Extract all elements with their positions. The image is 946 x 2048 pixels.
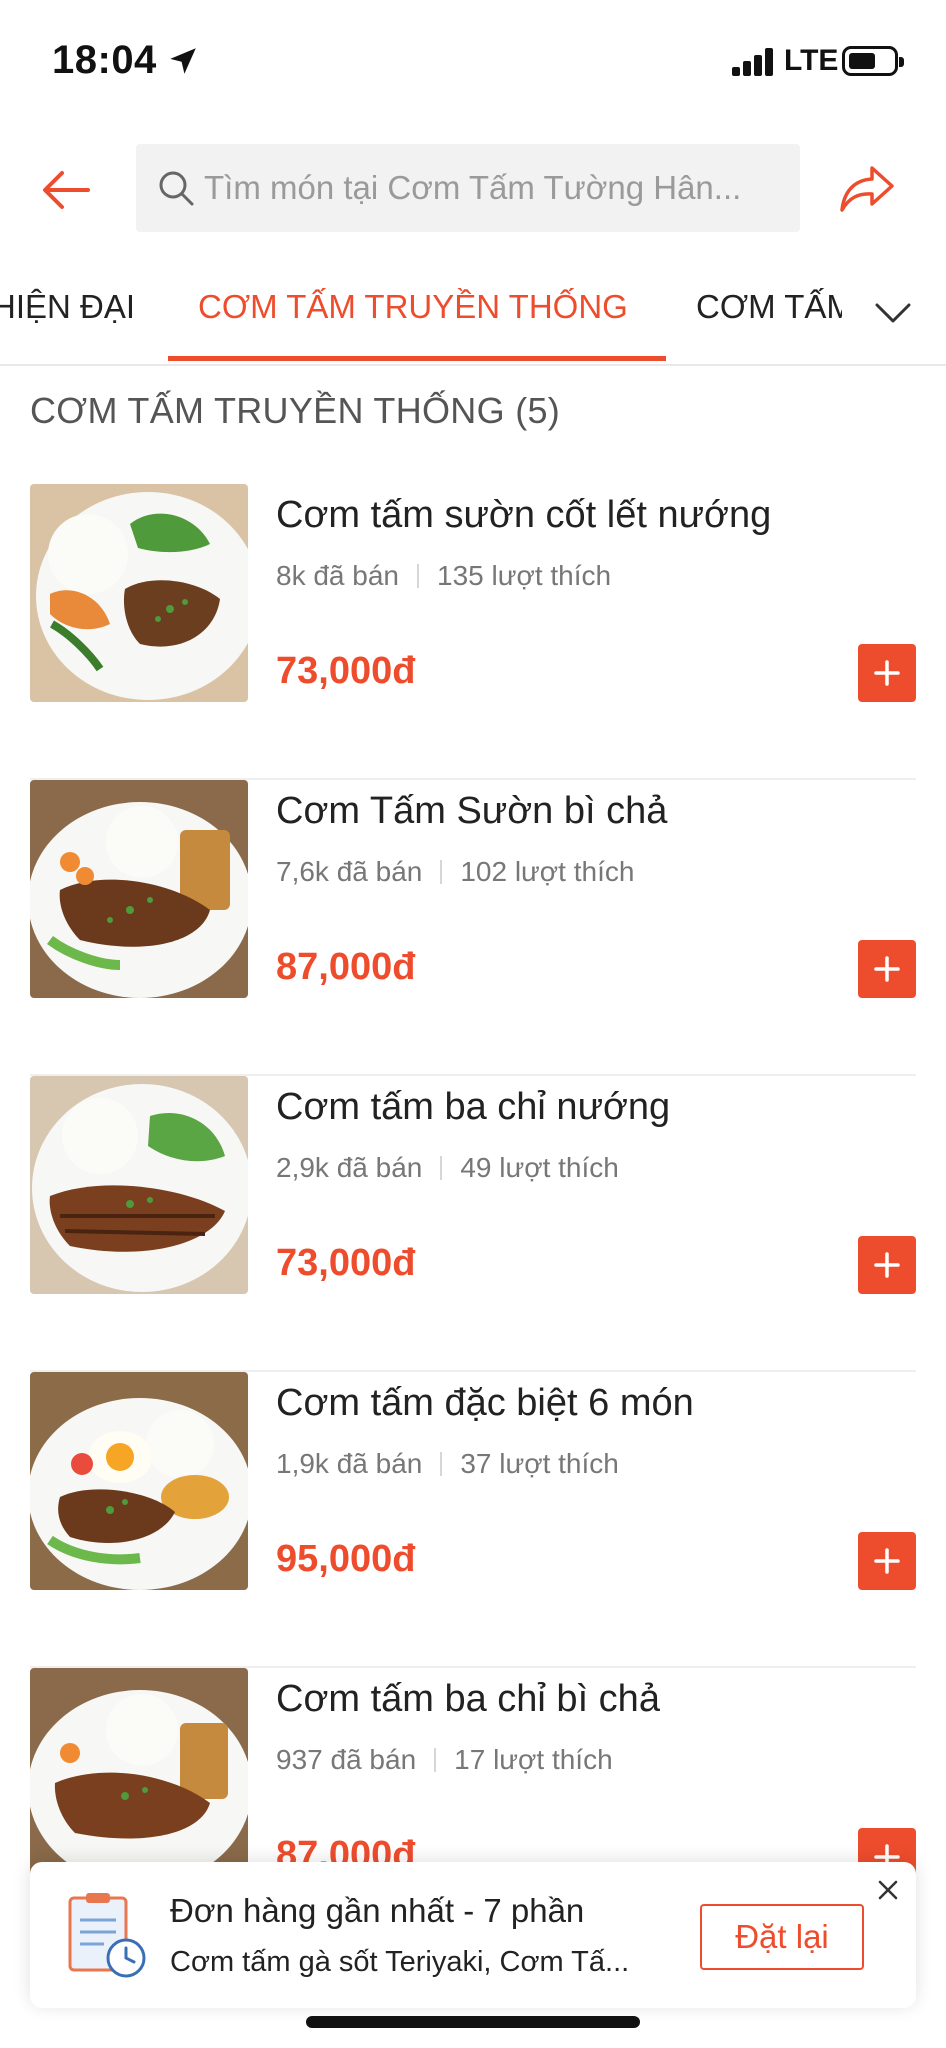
like-count: 17 lượt thích — [454, 1744, 613, 1775]
back-arrow-icon[interactable] — [36, 160, 96, 220]
sold-count: 2,9k đã bán — [276, 1152, 423, 1183]
active-tab-indicator — [168, 356, 666, 361]
item-stats: 8k đã bán 135 lượt thích — [276, 560, 611, 592]
cellular-signal-icon — [732, 48, 776, 76]
section-title: CƠM TẤM TRUYỀN THỐNG (5) — [30, 390, 561, 431]
sold-count: 1,9k đã bán — [276, 1448, 423, 1479]
tab-hien-dai[interactable]: HIỆN ĐẠI — [0, 288, 135, 326]
sold-count: 8k đã bán — [276, 560, 399, 591]
item-price: 73,000đ — [276, 650, 416, 692]
like-count: 102 lượt thích — [460, 856, 635, 887]
add-to-cart-button[interactable] — [858, 940, 916, 998]
item-name: Cơm tấm ba chỉ nướng — [276, 1086, 671, 1128]
menu-item[interactable]: Cơm tấm sườn cốt lết nướng 8k đã bán 135 … — [0, 484, 946, 780]
network-type: LTE — [784, 44, 839, 77]
order-receipt-clock-icon — [68, 1893, 146, 1978]
menu-item[interactable]: Cơm Tấm Sườn bì chả 7,6k đã bán 102 lượt … — [0, 780, 946, 1076]
recent-order-card[interactable]: Đơn hàng gần nhất - 7 phần Cơm tấm gà số… — [30, 1862, 916, 2008]
search-input[interactable] — [204, 144, 784, 232]
food-image — [30, 1076, 248, 1294]
plus-icon — [874, 1548, 900, 1574]
menu-item[interactable]: Cơm tấm đặc biệt 6 món 1,9k đã bán 37 lượ… — [0, 1372, 946, 1668]
item-stats: 937 đã bán 17 lượt thích — [276, 1744, 613, 1776]
food-image — [30, 780, 248, 998]
like-count: 49 lượt thích — [460, 1152, 619, 1183]
status-time: 18:04 — [52, 38, 157, 82]
item-stats: 2,9k đã bán 49 lượt thích — [276, 1152, 619, 1184]
battery-icon — [842, 46, 904, 76]
order-items-summary: Cơm tấm gà sốt Teriyaki, Cơm Tấ... — [170, 1946, 630, 1978]
plus-icon — [874, 1252, 900, 1278]
sold-count: 937 đã bán — [276, 1744, 417, 1775]
item-price: 73,000đ — [276, 1242, 416, 1284]
plus-icon — [874, 660, 900, 686]
location-arrow-icon — [170, 48, 196, 74]
order-title: Đơn hàng gần nhất - 7 phần — [170, 1892, 585, 1929]
chevron-down-icon[interactable] — [872, 292, 914, 334]
reorder-button[interactable]: Đặt lại — [700, 1904, 864, 1970]
close-icon[interactable] — [876, 1878, 900, 1902]
like-count: 37 lượt thích — [460, 1448, 619, 1479]
item-price: 95,000đ — [276, 1538, 416, 1580]
search-icon — [159, 171, 194, 206]
plus-icon — [874, 956, 900, 982]
add-to-cart-button[interactable] — [858, 1532, 916, 1590]
category-tabs: HIỆN ĐẠI CƠM TẤM TRUYỀN THỐNG CƠM TẤM — [0, 262, 946, 366]
sold-count: 7,6k đã bán — [276, 856, 423, 887]
item-name: Cơm tấm sườn cốt lết nướng — [276, 494, 772, 536]
add-to-cart-button[interactable] — [858, 1236, 916, 1294]
tab-com-tam-truyen-thong[interactable]: CƠM TẤM TRUYỀN THỐNG — [198, 288, 628, 326]
item-stats: 1,9k đã bán 37 lượt thích — [276, 1448, 619, 1480]
status-bar: 18:04 LTE — [0, 0, 946, 120]
item-name: Cơm tấm ba chỉ bì chả — [276, 1678, 660, 1720]
search-bar[interactable] — [136, 144, 800, 232]
food-image — [30, 484, 248, 702]
food-image — [30, 1372, 248, 1590]
menu-item[interactable]: Cơm tấm ba chỉ nướng 2,9k đã bán 49 lượt … — [0, 1076, 946, 1372]
item-name: Cơm tấm đặc biệt 6 món — [276, 1382, 694, 1424]
add-to-cart-button[interactable] — [858, 644, 916, 702]
food-image — [30, 1668, 248, 1886]
like-count: 135 lượt thích — [437, 560, 612, 591]
screen: 18:04 LTE HIỆN ĐẠ — [0, 0, 946, 2048]
item-stats: 7,6k đã bán 102 lượt thích — [276, 856, 634, 888]
top-bar — [0, 140, 946, 240]
tab-com-tam[interactable]: CƠM TẤM — [696, 288, 854, 326]
item-price: 87,000đ — [276, 946, 416, 988]
home-indicator — [306, 2016, 640, 2028]
share-icon[interactable] — [836, 158, 898, 220]
item-name: Cơm Tấm Sườn bì chả — [276, 790, 668, 832]
